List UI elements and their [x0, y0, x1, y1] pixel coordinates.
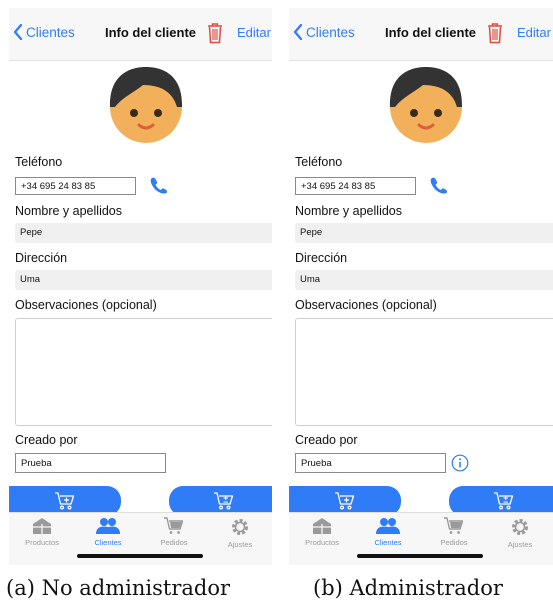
- avatar: [109, 67, 183, 143]
- tab-productos[interactable]: Productos: [289, 517, 355, 547]
- notes-label: Observaciones (opcional): [15, 298, 157, 312]
- gear-icon: [232, 519, 248, 535]
- info-circle-icon[interactable]: [451, 454, 469, 472]
- phone-label: Teléfono: [295, 155, 343, 169]
- back-button-label: Clientes: [26, 24, 75, 40]
- phone-field[interactable]: +34 695 24 83 85: [295, 177, 416, 195]
- page-title: Info del cliente: [385, 25, 477, 40]
- home-indicator: [77, 554, 203, 558]
- tab-clientes-label: Clientes: [94, 538, 122, 547]
- tab-ajustes-label: Ajustes: [227, 540, 253, 549]
- tab-ajustes[interactable]: Ajustes: [207, 517, 272, 549]
- address-label: Dirección: [295, 251, 348, 265]
- users-icon: [96, 518, 120, 534]
- delete-button[interactable]: [487, 22, 503, 49]
- phone-icon[interactable]: [149, 176, 169, 194]
- navigation-bar: Clientes Info del cliente Editar: [289, 8, 553, 61]
- tab-pedidos[interactable]: Pedidos: [421, 517, 487, 547]
- tab-clientes-label: Clientes: [374, 538, 402, 547]
- chevron-left-icon: [293, 24, 303, 40]
- cart-icon: [444, 517, 464, 534]
- screen-no-admin: Clientes Info del cliente Editar Teléfon…: [9, 8, 272, 565]
- cart-calculator-icon: [494, 492, 514, 510]
- trash-icon: [488, 23, 502, 44]
- name-field[interactable]: Pepe: [15, 223, 272, 243]
- store-icon: [33, 518, 51, 534]
- address-field[interactable]: Uma: [15, 270, 272, 290]
- tab-pedidos-label: Pedidos: [160, 538, 188, 547]
- address-field[interactable]: Uma: [295, 270, 553, 290]
- tab-ajustes[interactable]: Ajustes: [487, 517, 553, 549]
- home-indicator: [357, 554, 483, 558]
- phone-label: Teléfono: [15, 155, 63, 169]
- phone-field[interactable]: +34 695 24 83 85: [15, 177, 136, 195]
- tab-pedidos[interactable]: Pedidos: [141, 517, 207, 547]
- caption-b: (b) Administrador: [313, 576, 503, 600]
- caption-a: (a) No administrador: [6, 576, 231, 600]
- cart-icon: [164, 517, 184, 534]
- users-icon: [376, 518, 400, 534]
- gear-icon: [512, 519, 528, 535]
- name-label: Nombre y apellidos: [15, 204, 122, 218]
- tab-ajustes-label: Ajustes: [507, 540, 533, 549]
- avatar: [389, 67, 463, 143]
- edit-button[interactable]: Editar: [517, 25, 551, 40]
- tab-clientes[interactable]: Clientes: [75, 517, 141, 547]
- created-by-field: Prueba: [295, 453, 446, 473]
- notes-label: Observaciones (opcional): [295, 298, 437, 312]
- tab-productos-label: Productos: [25, 538, 59, 547]
- tab-clientes[interactable]: Clientes: [355, 517, 421, 547]
- delete-button[interactable]: [207, 22, 223, 49]
- notes-textarea[interactable]: [15, 318, 272, 426]
- notes-textarea[interactable]: [295, 318, 553, 426]
- name-field[interactable]: Pepe: [295, 223, 553, 243]
- tab-bar: Productos Clientes Pedidos Ajustes: [289, 512, 553, 565]
- back-button[interactable]: Clientes: [293, 24, 355, 40]
- created-by-label: Creado por: [15, 433, 78, 447]
- back-button-label: Clientes: [306, 24, 355, 40]
- name-label: Nombre y apellidos: [295, 204, 402, 218]
- chevron-left-icon: [13, 24, 23, 40]
- created-by-label: Creado por: [295, 433, 358, 447]
- address-label: Dirección: [15, 251, 68, 265]
- tab-productos-label: Productos: [305, 538, 339, 547]
- navigation-bar: Clientes Info del cliente Editar: [9, 8, 272, 61]
- tab-productos[interactable]: Productos: [9, 517, 75, 547]
- cart-add-icon: [55, 492, 75, 510]
- store-icon: [313, 518, 331, 534]
- phone-icon[interactable]: [429, 176, 449, 194]
- tab-pedidos-label: Pedidos: [440, 538, 468, 547]
- cart-calculator-icon: [214, 492, 234, 510]
- back-button[interactable]: Clientes: [13, 24, 75, 40]
- page-title: Info del cliente: [105, 25, 197, 40]
- edit-button[interactable]: Editar: [237, 25, 271, 40]
- created-by-field: Prueba: [15, 453, 166, 473]
- tab-bar: Productos Clientes Pedidos Ajustes: [9, 512, 272, 565]
- trash-icon: [208, 23, 222, 44]
- cart-add-icon: [335, 492, 355, 510]
- screen-admin: Clientes Info del cliente Editar Teléfon…: [289, 8, 553, 565]
